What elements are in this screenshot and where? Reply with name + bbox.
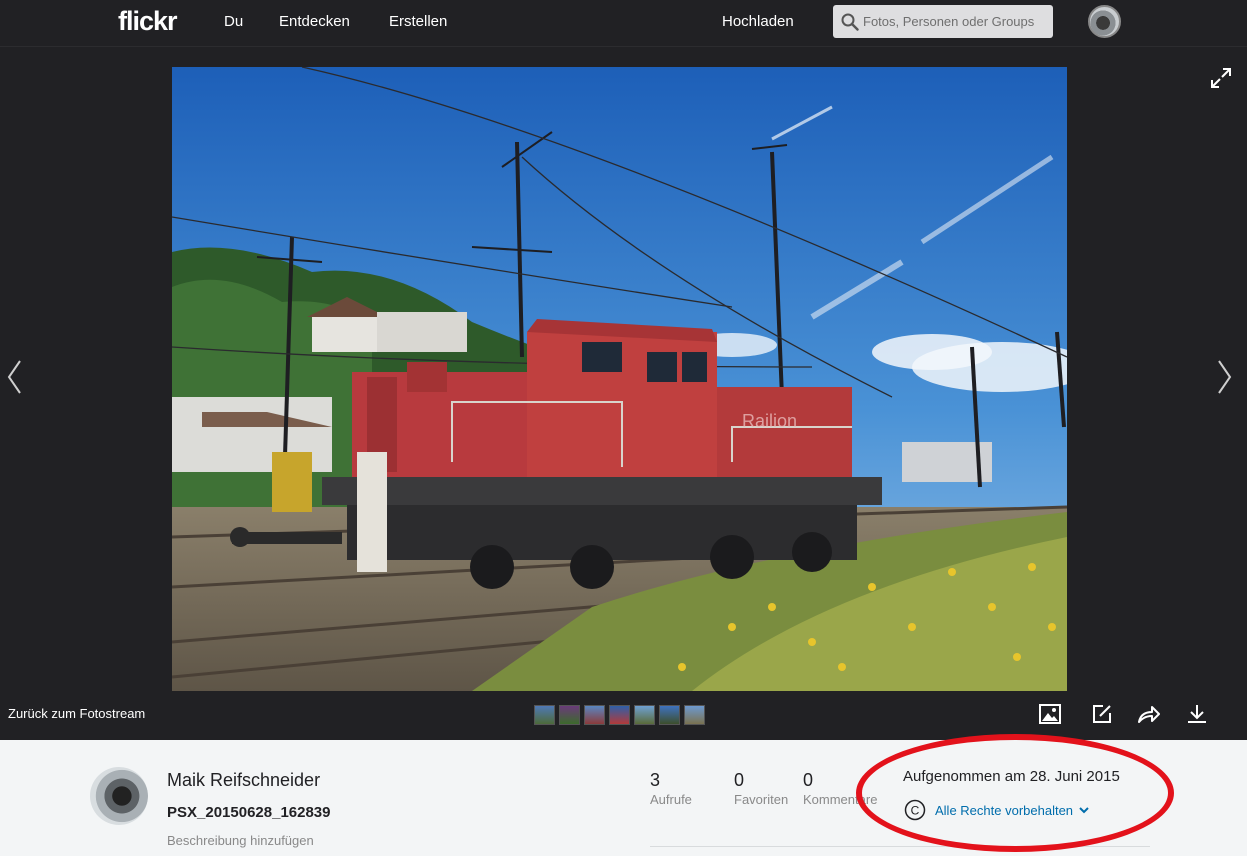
owner-avatar[interactable] — [90, 767, 148, 825]
chevron-right-icon[interactable] — [1217, 359, 1233, 395]
flickr-logo[interactable]: flickr — [118, 6, 178, 37]
main-photo[interactable]: Railion — [172, 67, 1067, 691]
copyright-icon: C — [904, 799, 926, 821]
stat-value: 0 — [803, 770, 814, 790]
thumbnail[interactable] — [534, 705, 555, 725]
chevron-left-icon[interactable] — [6, 359, 22, 395]
stat-views: 3 Aufrufe — [650, 770, 692, 807]
search-input[interactable] — [863, 5, 1049, 38]
thumbnail[interactable] — [559, 705, 580, 725]
thumbnail[interactable] — [634, 705, 655, 725]
thumbnail[interactable] — [684, 705, 705, 725]
add-description-link[interactable]: Beschreibung hinzufügen — [167, 833, 314, 848]
photo-title[interactable]: PSX_20150628_162839 — [167, 804, 331, 821]
upload-link[interactable]: Hochladen — [722, 13, 794, 30]
nav-erstellen[interactable]: Erstellen — [389, 13, 447, 30]
download-icon[interactable] — [1187, 704, 1207, 724]
train-photo-illustration: Railion — [172, 67, 1067, 691]
license-label: Alle Rechte vorbehalten — [935, 802, 1074, 818]
license-dropdown[interactable]: C Alle Rechte vorbehalten — [904, 799, 1091, 821]
share-icon[interactable] — [1137, 704, 1161, 724]
stat-label: Aufrufe — [650, 792, 692, 807]
stat-favorites: 0 Favoriten — [734, 770, 788, 807]
user-avatar[interactable] — [1088, 5, 1121, 38]
photo-stage: Railion Zurück zum Fotostream — [0, 47, 1247, 740]
photo-info-panel: Maik Reifschneider PSX_20150628_162839 B… — [0, 740, 1247, 856]
stat-label: Favoriten — [734, 792, 789, 807]
svg-text:C: C — [911, 804, 920, 818]
nav-du[interactable]: Du — [224, 13, 243, 30]
search-icon — [841, 13, 859, 31]
nav-entdecken[interactable]: Entdecken — [279, 13, 350, 30]
fullscreen-icon[interactable] — [1210, 67, 1232, 89]
chevron-down-icon — [1079, 807, 1089, 814]
image-icon[interactable] — [1039, 704, 1061, 724]
stat-value: 3 — [650, 770, 661, 790]
thumbnail[interactable] — [609, 705, 630, 725]
back-to-photostream-link[interactable]: Zurück zum Fotostream — [8, 706, 145, 721]
stat-value: 0 — [734, 770, 745, 790]
top-navigation: flickr Du Entdecken Erstellen Hochladen — [0, 0, 1247, 47]
svg-text:Railion: Railion — [742, 411, 797, 431]
stat-label: Kommentare — [803, 792, 878, 807]
thumbnail[interactable] — [659, 705, 680, 725]
search-box[interactable] — [833, 5, 1053, 38]
thumbnail[interactable] — [584, 705, 605, 725]
divider — [650, 846, 1150, 847]
stat-comments: 0 Kommentare — [803, 770, 877, 807]
date-taken: Aufgenommen am 28. Juni 2015 — [903, 768, 1120, 785]
photostream-thumbnails — [534, 705, 705, 725]
edit-icon[interactable] — [1092, 704, 1112, 724]
owner-name-link[interactable]: Maik Reifschneider — [167, 770, 320, 791]
